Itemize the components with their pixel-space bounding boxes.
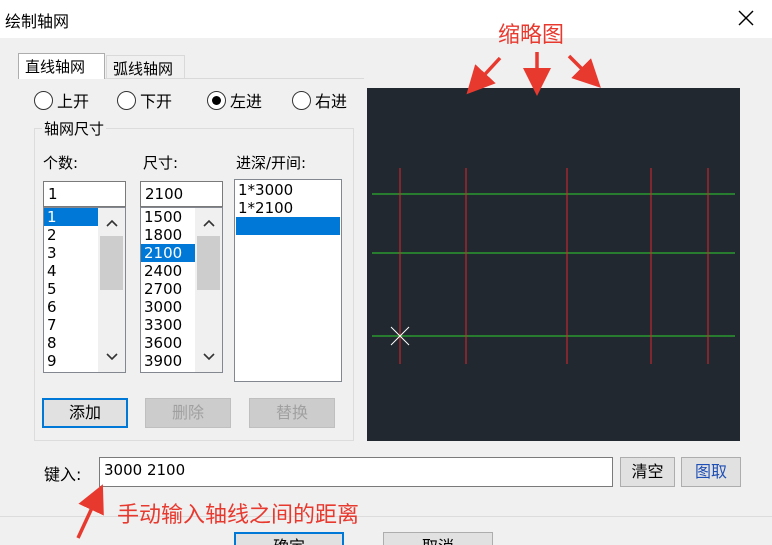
count-list[interactable]: 123456789 — [43, 207, 126, 373]
clear-button[interactable]: 清空 — [620, 457, 675, 487]
count-scrollbar[interactable] — [98, 208, 125, 372]
chevron-down-icon[interactable] — [202, 350, 216, 364]
radio-right[interactable]: 右进 — [292, 89, 347, 111]
size-list[interactable]: 1500 1800 2100 2400 2700 3000 3300 3600 3900 — [140, 207, 223, 373]
chevron-up-icon[interactable] — [105, 216, 119, 230]
count-input[interactable]: 1 — [43, 181, 126, 207]
close-icon[interactable] — [735, 7, 757, 29]
radio-label: 左进 — [230, 92, 263, 111]
keyed-input[interactable]: 3000 2100 — [99, 457, 613, 487]
size-scrollbar[interactable] — [195, 208, 222, 372]
depth-list-item[interactable]: 1*2100 — [235, 199, 341, 217]
thumbnail-preview — [367, 88, 740, 441]
size-label: 尺寸: — [143, 154, 179, 172]
add-button[interactable]: 添加 — [42, 398, 128, 428]
chevron-up-icon[interactable] — [202, 216, 216, 230]
count-label: 个数: — [43, 154, 79, 172]
size-input[interactable]: 2100 — [140, 181, 223, 207]
group-title: 轴网尺寸 — [42, 118, 107, 139]
depth-list[interactable]: 1*3000 1*2100 — [234, 179, 342, 382]
scroll-thumb[interactable] — [100, 236, 123, 290]
radio-circle-icon — [34, 90, 53, 110]
annotation-thumbnail: 缩略图 — [498, 23, 565, 48]
radio-bottom[interactable]: 下开 — [117, 89, 172, 111]
radio-top[interactable]: 上开 — [34, 89, 89, 111]
window-title: 绘制轴网 — [5, 12, 70, 31]
ok-button[interactable]: 确定 — [234, 532, 344, 545]
delete-button[interactable]: 删除 — [145, 398, 231, 428]
depth-empty-selected-row[interactable] — [236, 217, 340, 235]
chevron-down-icon[interactable] — [105, 350, 119, 364]
radio-circle-icon — [292, 90, 311, 110]
radio-label: 上开 — [57, 92, 90, 111]
depth-label: 进深/开间: — [236, 154, 307, 172]
tab-arc-grid[interactable]: 弧线轴网 — [106, 55, 185, 79]
count-list-item[interactable]: 1 — [44, 208, 98, 226]
annotation-manual-input: 手动输入轴线之间的距离 — [117, 503, 360, 528]
size-list-item[interactable]: 2100 — [141, 244, 195, 262]
tab-straight-grid[interactable]: 直线轴网 — [18, 53, 105, 79]
scroll-thumb[interactable] — [197, 236, 220, 290]
radio-left[interactable]: 左进 — [207, 89, 262, 111]
title-bar: 绘制轴网 — [0, 0, 772, 38]
cancel-button[interactable]: 取消 — [383, 532, 493, 545]
replace-button[interactable]: 替换 — [249, 398, 335, 428]
divider — [0, 516, 772, 517]
grid-preview-canvas — [372, 168, 735, 364]
radio-checked-icon — [207, 90, 226, 110]
radio-label: 下开 — [140, 92, 173, 111]
radio-circle-icon — [117, 90, 136, 110]
pick-button[interactable]: 图取 — [681, 457, 741, 487]
input-label: 键入: — [44, 465, 82, 484]
radio-label: 右进 — [315, 92, 348, 111]
depth-list-item[interactable]: 1*3000 — [235, 181, 341, 199]
